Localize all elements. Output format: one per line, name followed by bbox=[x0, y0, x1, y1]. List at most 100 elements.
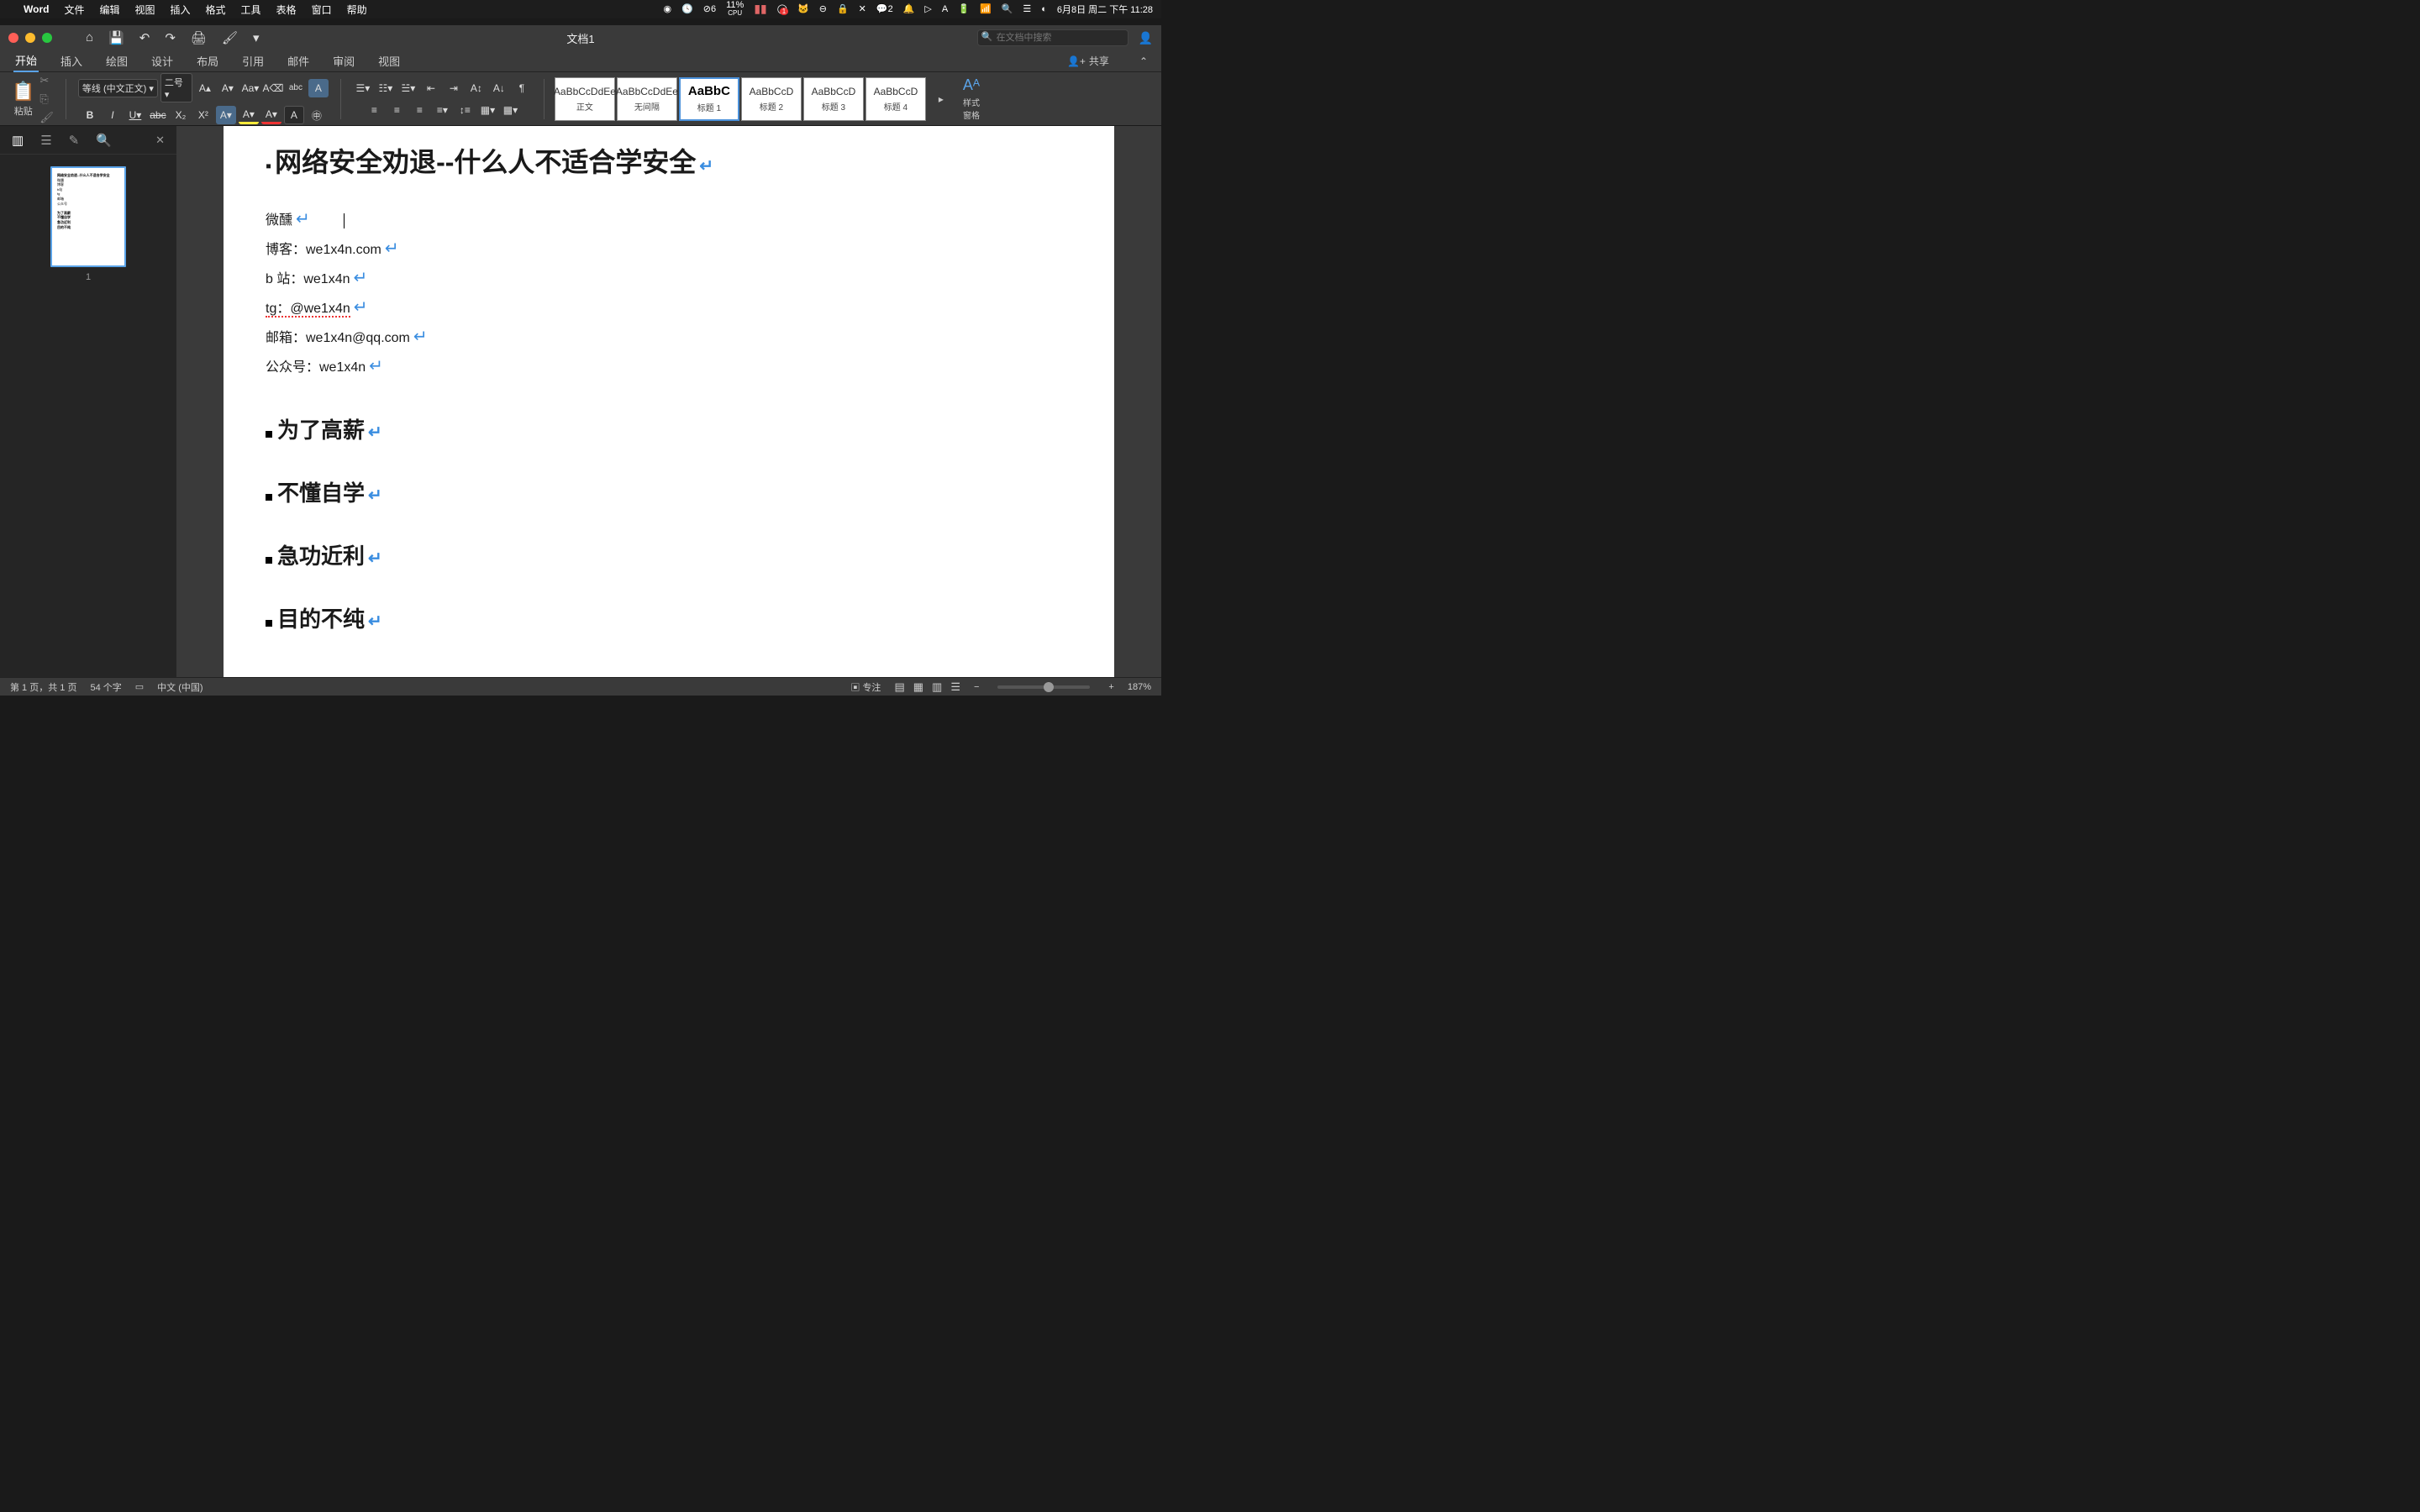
style-item-标题 4[interactable]: AaBbCcD标题 4 bbox=[865, 77, 926, 121]
tab-design[interactable]: 设计 bbox=[150, 50, 175, 71]
subscript-button[interactable]: X₂ bbox=[171, 106, 191, 124]
close-button[interactable] bbox=[8, 33, 18, 43]
borders-icon[interactable]: ▦▾ bbox=[500, 101, 520, 119]
notification-badge-icon[interactable]: ◯1 bbox=[777, 3, 787, 14]
zoom-in-button[interactable]: + bbox=[1108, 682, 1113, 692]
format-painter-icon[interactable]: 🖌 bbox=[222, 30, 238, 45]
focus-mode-button[interactable]: ▣ 专注 bbox=[850, 680, 881, 694]
globe-badge-icon[interactable]: ⊘6 bbox=[703, 3, 716, 14]
style-item-标题 1[interactable]: AaBbC标题 1 bbox=[679, 77, 739, 121]
bullets-icon[interactable]: ☰▾ bbox=[353, 79, 373, 97]
close-nav-pane-icon[interactable]: ✕ bbox=[155, 134, 165, 147]
text-effects-icon[interactable]: A▾ bbox=[216, 106, 236, 124]
bold-button[interactable]: B bbox=[80, 106, 100, 124]
save-icon[interactable]: 💾 bbox=[108, 30, 124, 45]
control-center-icon[interactable]: ☰ bbox=[1023, 3, 1031, 14]
menu-format[interactable]: 格式 bbox=[206, 3, 226, 17]
show-marks-icon[interactable]: ¶ bbox=[512, 79, 532, 97]
outline-tab-icon[interactable]: ☰ bbox=[40, 133, 51, 148]
search-tab-icon[interactable]: 🔍 bbox=[96, 133, 112, 148]
read-mode-view-icon[interactable]: ▦ bbox=[913, 680, 923, 694]
decrease-indent-icon[interactable]: ⇤ bbox=[421, 79, 441, 97]
format-painter-small-icon[interactable]: 🖌 bbox=[39, 111, 54, 124]
shading-icon[interactable]: ▦▾ bbox=[477, 101, 497, 119]
menu-view[interactable]: 视图 bbox=[134, 3, 155, 17]
record-icon[interactable]: ◉ bbox=[663, 3, 671, 14]
cut-icon[interactable]: ✂ bbox=[39, 74, 54, 87]
page-thumbnail-1[interactable]: 网络安全劝退--什么人不适合学安全 微醺博客b站tg邮箱公众号 为了高薪不懂自学… bbox=[50, 166, 126, 267]
home-icon[interactable]: ⌂ bbox=[86, 30, 93, 45]
align-center-icon[interactable]: ≡ bbox=[387, 101, 407, 119]
undo-icon[interactable]: ↶ bbox=[139, 30, 150, 45]
char-border-icon[interactable]: A bbox=[308, 79, 329, 97]
menu-table[interactable]: 表格 bbox=[276, 3, 297, 17]
print-layout-view-icon[interactable]: ▤ bbox=[894, 680, 904, 694]
decrease-font-icon[interactable]: A▾ bbox=[218, 79, 238, 97]
cpu-meter-icon[interactable]: 11%CPU bbox=[726, 2, 744, 16]
copy-icon[interactable]: ⎘ bbox=[39, 92, 54, 106]
collaboration-icon[interactable]: 👤 bbox=[1139, 31, 1153, 45]
paste-button[interactable]: 📋 粘贴 bbox=[12, 81, 34, 118]
qa-dropdown-icon[interactable]: ▾ bbox=[253, 30, 260, 45]
maximize-button[interactable] bbox=[42, 33, 52, 43]
cat-icon[interactable]: 🐱 bbox=[797, 3, 809, 14]
toggl-icon[interactable]: 🕓 bbox=[681, 3, 693, 14]
text-direction-icon[interactable]: A↕ bbox=[466, 79, 487, 97]
input-method-icon[interactable]: A bbox=[942, 4, 948, 14]
menu-insert[interactable]: 插入 bbox=[171, 3, 191, 17]
change-case-icon[interactable]: Aa▾ bbox=[240, 79, 260, 97]
align-right-icon[interactable]: ≡ bbox=[409, 101, 429, 119]
line-spacing-icon[interactable]: ↕≡ bbox=[455, 101, 475, 119]
italic-button[interactable]: I bbox=[103, 106, 123, 124]
increase-font-icon[interactable]: A▴ bbox=[195, 79, 215, 97]
tab-review[interactable]: 审阅 bbox=[331, 50, 356, 71]
wechat-icon[interactable]: 💬 2 bbox=[876, 3, 893, 14]
enclose-char-icon[interactable]: ㊥ bbox=[307, 106, 327, 124]
wifi-icon[interactable]: 📶 bbox=[980, 3, 992, 14]
[interactable]: ▪ 网络安全劝退--什么人不适合学安全 ↵ 微醺↵ 博客：we1x4n.com↵… bbox=[176, 126, 1161, 677]
collapse-ribbon-icon[interactable]: ⌃ bbox=[1139, 55, 1148, 67]
lock-icon[interactable]: 🔒 bbox=[837, 3, 849, 14]
menu-window[interactable]: 窗口 bbox=[312, 3, 332, 17]
battery-icon[interactable]: 🔋 bbox=[958, 3, 970, 14]
bell-icon[interactable]: 🔔 bbox=[903, 3, 915, 14]
tab-mailings[interactable]: 邮件 bbox=[286, 50, 311, 71]
redo-icon[interactable]: ↷ bbox=[165, 30, 176, 45]
web-layout-view-icon[interactable]: ▥ bbox=[932, 680, 942, 694]
clear-format-icon[interactable]: A⌫ bbox=[263, 79, 283, 97]
tab-home[interactable]: 开始 bbox=[13, 50, 39, 72]
menu-edit[interactable]: 编辑 bbox=[99, 3, 119, 17]
font-size-select[interactable]: 二号 ▾ bbox=[160, 73, 192, 102]
multilevel-list-icon[interactable]: ☱▾ bbox=[398, 79, 418, 97]
word-count[interactable]: 54 个字 bbox=[90, 680, 121, 694]
highlight-icon[interactable]: A▾ bbox=[239, 106, 259, 124]
siri-icon[interactable]: ◐ bbox=[1041, 4, 1047, 14]
tab-view[interactable]: 视图 bbox=[376, 50, 402, 71]
share-button[interactable]: 👤+ 共享 bbox=[1067, 54, 1109, 68]
underline-button[interactable]: U▾ bbox=[125, 106, 145, 124]
search-input[interactable] bbox=[977, 29, 1128, 46]
style-item-正文[interactable]: AaBbCcDdEe正文 bbox=[555, 77, 615, 121]
tab-references[interactable]: 引用 bbox=[240, 50, 266, 71]
font-color-icon[interactable]: A▾ bbox=[261, 106, 281, 124]
style-pane-button[interactable]: Aᴬ 样式 窗格 bbox=[963, 76, 980, 121]
edit-tab-icon[interactable]: ✎ bbox=[69, 133, 80, 148]
tab-layout[interactable]: 布局 bbox=[195, 50, 220, 71]
print-icon[interactable]: 🖨 bbox=[191, 30, 207, 45]
font-name-select[interactable]: 等线 (中文正文) ▾ bbox=[78, 79, 158, 97]
zoom-percent[interactable]: 187% bbox=[1128, 682, 1151, 692]
tab-draw[interactable]: 绘图 bbox=[104, 50, 129, 71]
app-name[interactable]: Word bbox=[24, 3, 49, 15]
numbering-icon[interactable]: ☷▾ bbox=[376, 79, 396, 97]
clock[interactable]: 6月8日 周二 下午 11:28 bbox=[1057, 3, 1153, 16]
sort-icon[interactable]: A↓ bbox=[489, 79, 509, 97]
x-icon[interactable]: ✕ bbox=[859, 3, 866, 14]
menu-file[interactable]: 文件 bbox=[64, 3, 84, 17]
zoom-slider[interactable] bbox=[997, 685, 1090, 689]
superscript-button[interactable]: X² bbox=[193, 106, 213, 124]
minimize-button[interactable] bbox=[25, 33, 35, 43]
styles-more-icon[interactable]: ▸ bbox=[931, 90, 951, 108]
style-item-标题 3[interactable]: AaBbCcD标题 3 bbox=[803, 77, 864, 121]
menu-help[interactable]: 帮助 bbox=[347, 3, 367, 17]
headphones-icon[interactable]: ⊖ bbox=[819, 3, 827, 14]
